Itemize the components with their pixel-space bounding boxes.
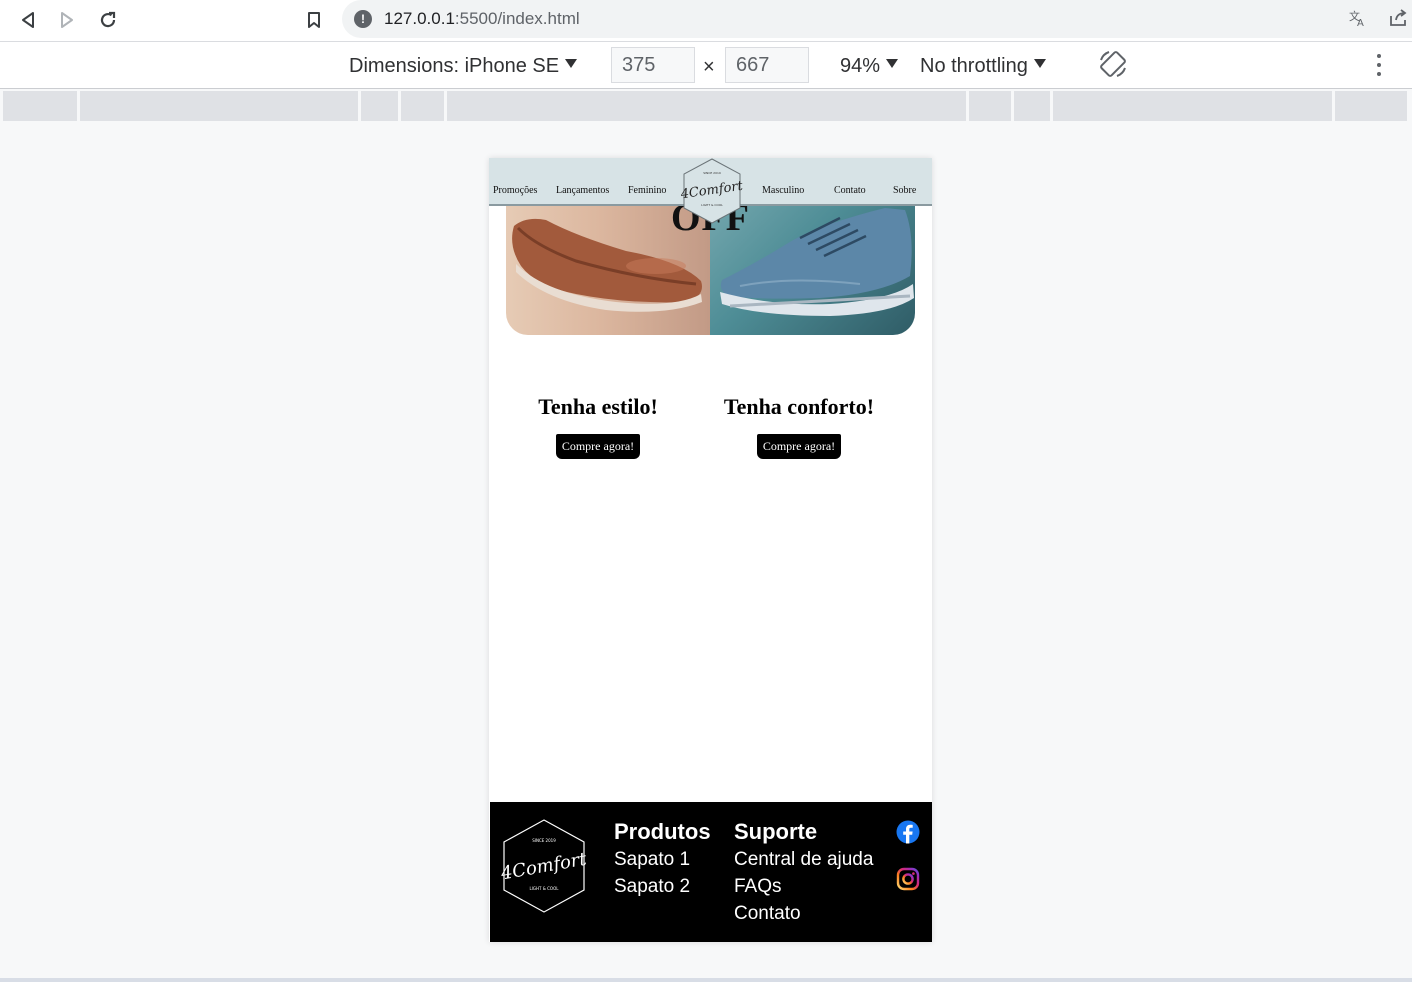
url-path: :5500/index.html: [454, 9, 580, 28]
footer-link-contato[interactable]: Contato: [734, 900, 873, 927]
reload-icon[interactable]: [96, 8, 120, 32]
promo-title-comfort: Tenha conforto!: [723, 394, 875, 419]
media-query-bar[interactable]: [3, 91, 1412, 121]
promo-comfort: Tenha conforto! Compre agora!: [704, 394, 894, 459]
nav-link-masculino[interactable]: Masculino: [762, 185, 804, 196]
dropdown-caret-icon: [886, 59, 899, 68]
facebook-icon[interactable]: [896, 820, 920, 844]
footer-produtos-title: Produtos: [614, 819, 711, 844]
site-info-icon[interactable]: !: [354, 10, 372, 28]
height-input[interactable]: 667: [725, 47, 809, 83]
dropdown-caret-icon: [1033, 59, 1046, 68]
logo-tagline: LIGHT & COOL: [701, 203, 723, 207]
translate-icon[interactable]: 文A: [1348, 8, 1368, 33]
footer-logo-tagline: LIGHT & COOL: [530, 886, 560, 891]
hero-banner[interactable]: OFF: [506, 206, 915, 335]
device-viewport: Promoções Lançamentos Feminino Masculino…: [489, 158, 932, 942]
dimensions-select[interactable]: Dimensions: iPhone SE: [349, 55, 578, 78]
window-bottom-edge: [0, 978, 1412, 982]
url-text[interactable]: 127.0.0.1:5500/index.html: [384, 9, 580, 29]
dropdown-caret-icon: [565, 59, 578, 68]
nav-link-contato[interactable]: Contato: [834, 185, 866, 196]
instagram-icon[interactable]: [896, 867, 920, 891]
footer-link-sapato-2[interactable]: Sapato 2: [614, 873, 711, 900]
zoom-label: 94%: [840, 55, 881, 77]
svg-text:A: A: [1357, 18, 1364, 28]
site-footer: SINCE 2019 4Comfort LIGHT & COOL Produto…: [490, 802, 932, 942]
times-sign: ×: [703, 56, 715, 78]
promo-title-style: Tenha estilo!: [538, 394, 658, 419]
nav-link-lancamentos[interactable]: Lançamentos: [556, 185, 609, 196]
promo-style: Tenha estilo! Compre agora!: [503, 394, 693, 459]
buy-now-button-comfort[interactable]: Compre agora!: [756, 434, 842, 459]
rotate-icon[interactable]: [1097, 48, 1129, 80]
footer-suporte: Suporte Central de ajuda FAQs Contato: [734, 818, 873, 927]
dimensions-label: Dimensions: iPhone SE: [349, 55, 560, 77]
device-toolbar: Dimensions: iPhone SE 375 × 667 94% No t…: [0, 42, 1412, 89]
address-bar[interactable]: ! 127.0.0.1:5500/index.html 文A: [342, 0, 1412, 38]
logo-since: SINCE 2019: [703, 171, 721, 175]
throttling-select[interactable]: No throttling: [920, 55, 1046, 78]
nav-link-feminino[interactable]: Feminino: [628, 185, 666, 196]
url-host: 127.0.0.1: [384, 9, 455, 28]
more-options-icon[interactable]: [1372, 54, 1386, 78]
nav-link-sobre[interactable]: Sobre: [893, 185, 916, 196]
footer-logo-text: 4Comfort: [500, 849, 588, 885]
bookmark-icon[interactable]: [302, 8, 326, 32]
site-logo[interactable]: SINCE 2019 4Comfort LIGHT & COOL: [681, 158, 743, 224]
footer-produtos: Produtos Sapato 1 Sapato 2: [614, 818, 711, 900]
width-input[interactable]: 375: [611, 47, 695, 83]
browser-toolbar: ! 127.0.0.1:5500/index.html 文A: [0, 0, 1412, 42]
footer-suporte-title: Suporte: [734, 819, 818, 844]
back-icon[interactable]: [16, 8, 40, 32]
nav-link-promocoes[interactable]: Promoções: [493, 185, 537, 196]
footer-logo-since: SINCE 2019: [532, 838, 556, 843]
footer-link-central-de-ajuda[interactable]: Central de ajuda: [734, 846, 873, 873]
footer-link-sapato-1[interactable]: Sapato 1: [614, 846, 711, 873]
zoom-select[interactable]: 94%: [840, 55, 899, 78]
share-icon[interactable]: [1388, 8, 1408, 33]
buy-now-button-style[interactable]: Compre agora!: [555, 434, 641, 459]
footer-link-faqs[interactable]: FAQs: [734, 873, 873, 900]
forward-icon[interactable]: [55, 8, 79, 32]
footer-logo[interactable]: SINCE 2019 4Comfort LIGHT & COOL: [500, 818, 588, 914]
throttling-label: No throttling: [920, 55, 1028, 77]
